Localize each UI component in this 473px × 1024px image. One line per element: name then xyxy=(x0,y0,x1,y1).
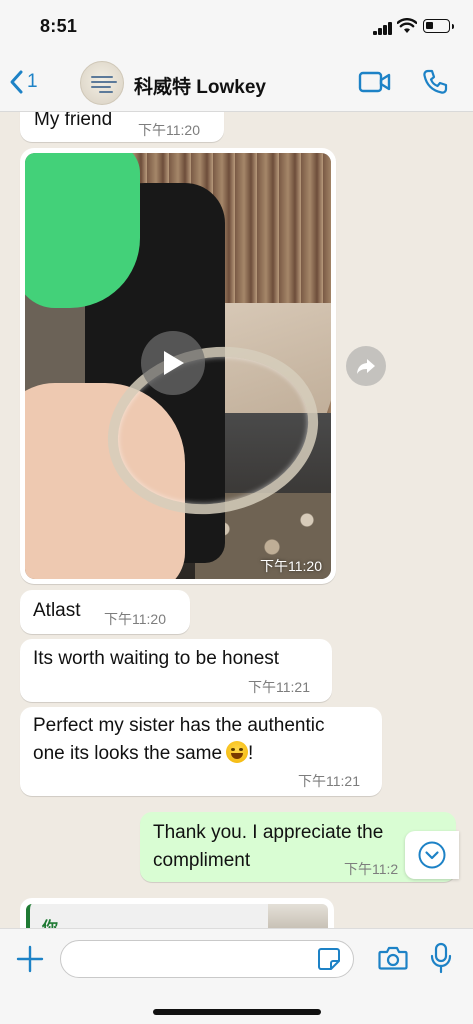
scroll-to-bottom-button[interactable] xyxy=(405,831,459,879)
forward-button[interactable] xyxy=(346,346,386,386)
plus-icon[interactable] xyxy=(16,945,44,973)
message-time: 下午11:21 xyxy=(298,773,360,789)
back-button[interactable]: 1 xyxy=(8,66,38,98)
message-text: Atlast xyxy=(33,600,81,621)
message-bubble[interactable]: My friend 下午11:20 xyxy=(20,112,224,142)
cellular-signal-icon xyxy=(373,22,393,35)
chevron-left-icon xyxy=(10,70,23,94)
message-time: 下午11:20 xyxy=(104,611,166,627)
grinning-sweat-emoji-icon xyxy=(226,741,249,763)
status-bar: 8:51 xyxy=(0,0,473,56)
message-time: 下午11:21 xyxy=(248,679,310,695)
message-time: 下午11:20 xyxy=(138,122,200,138)
status-time: 8:51 xyxy=(40,16,78,36)
battery-icon xyxy=(423,19,454,33)
message-text-line-2: compliment xyxy=(153,850,251,871)
message-text-line-2: one its looks the same! xyxy=(33,741,254,764)
forward-icon xyxy=(357,359,375,374)
message-time: 下午11:20 xyxy=(260,558,322,574)
message-text-line-1: Perfect my sister has the authentic xyxy=(33,715,325,736)
message-text: My friend xyxy=(34,112,113,130)
chevron-down-icon xyxy=(418,841,446,869)
avatar[interactable] xyxy=(80,61,124,105)
wifi-icon xyxy=(397,18,417,33)
home-indicator xyxy=(153,1009,321,1015)
composer-bar xyxy=(0,928,473,1024)
message-text: Its worth waiting to be honest xyxy=(33,648,280,669)
microphone-icon[interactable] xyxy=(430,942,452,974)
sticker-icon[interactable] xyxy=(317,947,341,971)
quoted-thumbnail xyxy=(268,904,328,928)
phone-icon[interactable] xyxy=(421,68,449,96)
play-icon xyxy=(164,351,184,375)
video-message[interactable]: 下午11:20 xyxy=(20,148,336,584)
chat-header: 1 科威特 Lowkey xyxy=(0,56,473,112)
play-button[interactable] xyxy=(141,331,205,395)
quoted-sender: 你 xyxy=(42,914,58,928)
message-bubble[interactable]: Perfect my sister has the authentic one … xyxy=(20,707,382,796)
unread-count: 1 xyxy=(27,71,38,92)
message-bubble[interactable]: Atlast 下午11:20 xyxy=(20,590,190,634)
camera-icon[interactable] xyxy=(378,945,408,971)
message-input[interactable] xyxy=(60,940,354,978)
message-bubble[interactable]: 你 xyxy=(20,898,334,928)
message-text-line-1: Thank you. I appreciate the xyxy=(153,822,384,843)
chat-area[interactable]: My friend 下午11:20 下午11:20 Atlast 下午11:20… xyxy=(0,112,473,928)
quoted-reply[interactable]: 你 xyxy=(26,904,328,928)
video-camera-icon[interactable] xyxy=(358,70,392,94)
message-time: 下午11:2 xyxy=(344,861,399,877)
contact-name[interactable]: 科威特 Lowkey xyxy=(134,72,266,99)
message-bubble[interactable]: Its worth waiting to be honest 下午11:21 xyxy=(20,639,332,702)
